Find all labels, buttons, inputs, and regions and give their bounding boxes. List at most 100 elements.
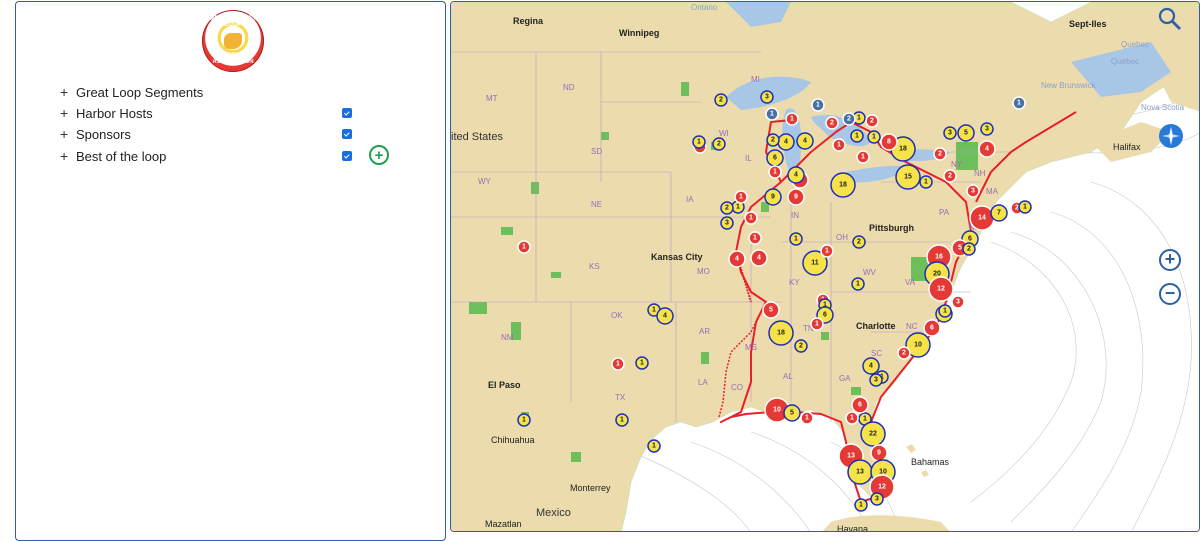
host-marker[interactable]: 2 bbox=[865, 114, 879, 128]
add-layer-button[interactable]: + bbox=[369, 145, 389, 165]
best-marker[interactable]: 15 bbox=[895, 164, 921, 190]
host-marker[interactable]: 1 bbox=[517, 240, 531, 254]
host-marker[interactable]: 2 bbox=[897, 346, 911, 360]
host-marker[interactable]: 5 bbox=[762, 301, 780, 319]
sponsor-marker[interactable]: 1 bbox=[811, 98, 825, 112]
best-marker[interactable]: 2 bbox=[766, 133, 780, 147]
best-marker[interactable]: 3 bbox=[760, 90, 774, 104]
best-marker[interactable]: 5 bbox=[783, 404, 801, 422]
best-marker[interactable]: 1 bbox=[517, 413, 531, 427]
best-marker[interactable]: 1 bbox=[647, 439, 661, 453]
layer-sponsors[interactable]: + Sponsors bbox=[60, 125, 131, 143]
host-marker[interactable]: 6 bbox=[851, 396, 869, 414]
zoom-in-button[interactable]: + bbox=[1159, 249, 1181, 271]
best-marker[interactable]: 1 bbox=[692, 135, 706, 149]
host-marker[interactable]: 8 bbox=[880, 133, 898, 151]
zoom-out-button[interactable]: − bbox=[1159, 283, 1181, 305]
best-marker[interactable]: 2 bbox=[714, 93, 728, 107]
best-marker[interactable]: 1 bbox=[1018, 200, 1032, 214]
host-marker[interactable]: 12 bbox=[928, 276, 954, 302]
best-marker[interactable]: 2 bbox=[720, 201, 734, 215]
best-marker[interactable]: 4 bbox=[796, 132, 814, 150]
best-marker[interactable]: 1 bbox=[635, 356, 649, 370]
host-marker[interactable]: 3 bbox=[966, 184, 980, 198]
host-marker[interactable]: 9 bbox=[870, 444, 888, 462]
best-marker[interactable]: 1 bbox=[615, 413, 629, 427]
best-marker[interactable]: 2 bbox=[852, 235, 866, 249]
marker-count: 1 bbox=[640, 360, 644, 367]
host-marker[interactable]: 1 bbox=[768, 165, 782, 179]
best-marker[interactable]: 1 bbox=[851, 277, 865, 291]
host-marker[interactable]: 4 bbox=[978, 140, 996, 158]
expand-icon[interactable]: + bbox=[60, 84, 76, 100]
best-marker[interactable]: 1 bbox=[919, 175, 933, 189]
marker-count: 2 bbox=[967, 246, 971, 253]
layer-best-of-the-loop[interactable]: + Best of the loop bbox=[60, 147, 166, 165]
best-marker[interactable]: 3 bbox=[980, 122, 994, 136]
best-marker[interactable]: 18 bbox=[768, 320, 794, 346]
host-marker[interactable]: 3 bbox=[951, 295, 965, 309]
svg-text:Bahamas: Bahamas bbox=[911, 457, 950, 467]
best-marker[interactable]: 3 bbox=[943, 126, 957, 140]
svg-text:KY: KY bbox=[789, 278, 800, 287]
host-marker[interactable]: 9 bbox=[787, 188, 805, 206]
host-marker[interactable]: 14 bbox=[969, 205, 995, 231]
host-marker[interactable]: 2 bbox=[825, 116, 839, 130]
expand-icon[interactable]: + bbox=[60, 105, 76, 121]
sponsors-checkbox[interactable] bbox=[342, 129, 352, 139]
best-marker[interactable]: 1 bbox=[938, 304, 952, 318]
host-marker[interactable]: 4 bbox=[750, 249, 768, 267]
harbor-hosts-checkbox[interactable] bbox=[342, 108, 352, 118]
layer-harbor-hosts[interactable]: + Harbor Hosts bbox=[60, 104, 153, 122]
host-marker[interactable]: 1 bbox=[810, 317, 824, 331]
host-marker[interactable]: 1 bbox=[748, 231, 762, 245]
best-marker[interactable]: 6 bbox=[766, 149, 784, 167]
best-marker[interactable]: 4 bbox=[787, 166, 805, 184]
best-marker[interactable]: 2 bbox=[962, 242, 976, 256]
sponsor-marker[interactable]: 2 bbox=[842, 112, 856, 126]
best-marker[interactable]: 1 bbox=[789, 232, 803, 246]
best-marker[interactable]: 1 bbox=[854, 498, 868, 512]
host-marker[interactable]: 1 bbox=[785, 112, 799, 126]
best-marker[interactable]: 3 bbox=[869, 373, 883, 387]
best-marker[interactable]: 9 bbox=[764, 188, 782, 206]
best-marker[interactable]: 7 bbox=[990, 204, 1008, 222]
compass-icon[interactable] bbox=[1159, 124, 1183, 148]
host-marker[interactable]: 1 bbox=[744, 211, 758, 225]
best-marker[interactable]: 3 bbox=[720, 216, 734, 230]
best-marker[interactable]: 22 bbox=[860, 421, 886, 447]
host-marker[interactable]: 1 bbox=[734, 190, 748, 204]
layer-great-loop-segments[interactable]: + Great Loop Segments bbox=[60, 83, 203, 101]
host-marker[interactable]: 1 bbox=[845, 411, 859, 425]
best-marker[interactable]: 5 bbox=[957, 124, 975, 142]
best-marker[interactable]: 18 bbox=[830, 172, 856, 198]
best-marker[interactable]: 2 bbox=[712, 137, 726, 151]
host-marker[interactable]: 2 bbox=[943, 169, 957, 183]
host-marker[interactable]: 1 bbox=[832, 138, 846, 152]
best-marker[interactable]: 4 bbox=[656, 307, 674, 325]
host-marker[interactable]: 1 bbox=[611, 357, 625, 371]
expand-icon[interactable]: + bbox=[60, 148, 76, 164]
sponsor-marker[interactable]: 1 bbox=[1012, 96, 1026, 110]
host-marker[interactable]: 6 bbox=[923, 319, 941, 337]
best-marker[interactable]: 4 bbox=[862, 357, 880, 375]
expand-icon[interactable]: + bbox=[60, 126, 76, 142]
best-marker[interactable]: 13 bbox=[847, 459, 873, 485]
best-marker[interactable]: 4 bbox=[777, 133, 795, 151]
best-marker[interactable]: 3 bbox=[870, 492, 884, 506]
host-marker[interactable]: 1 bbox=[800, 411, 814, 425]
best-marker[interactable]: 1 bbox=[867, 130, 881, 144]
host-marker[interactable]: 1 bbox=[820, 244, 834, 258]
search-icon[interactable] bbox=[1158, 7, 1182, 31]
map-view[interactable]: Regina Winnipeg Sept-Iles Kansas City Pi… bbox=[450, 1, 1200, 532]
svg-text:IL: IL bbox=[745, 154, 752, 163]
best-marker[interactable]: 1 bbox=[850, 129, 864, 143]
host-marker[interactable]: 1 bbox=[856, 150, 870, 164]
sponsor-marker[interactable]: 1 bbox=[765, 107, 779, 121]
best-marker[interactable]: 2 bbox=[794, 339, 808, 353]
svg-text:Chihuahua: Chihuahua bbox=[491, 435, 535, 445]
host-marker[interactable]: 2 bbox=[933, 147, 947, 161]
svg-text:NM: NM bbox=[501, 333, 514, 342]
best-of-loop-checkbox[interactable] bbox=[342, 151, 352, 161]
host-marker[interactable]: 4 bbox=[728, 250, 746, 268]
